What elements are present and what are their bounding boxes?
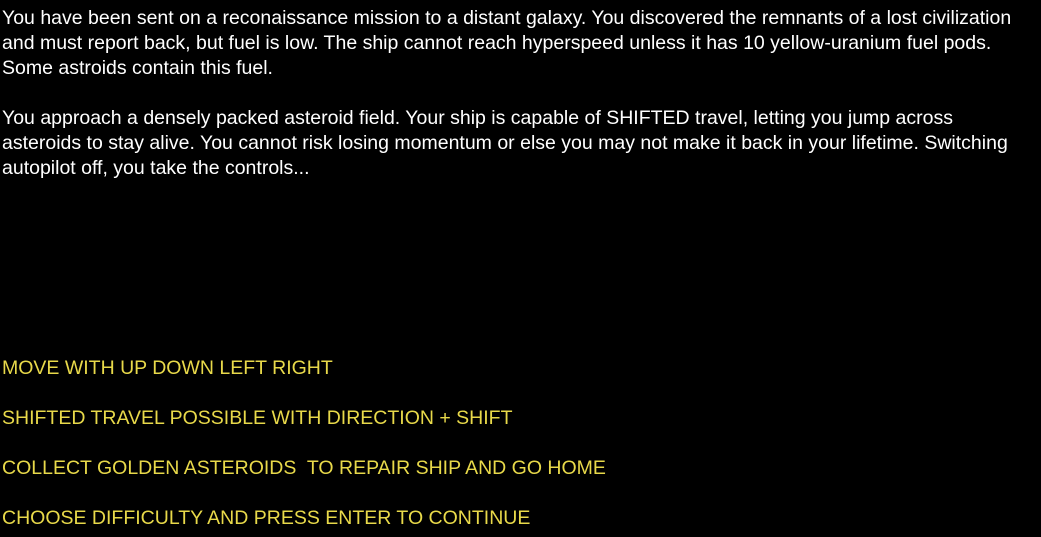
story-text: You have been sent on a reconaissance mi… [2,6,1032,206]
instruction-movement: MOVE WITH UP DOWN LEFT RIGHT [2,357,333,379]
instruction-collect: COLLECT GOLDEN ASTEROIDS TO REPAIR SHIP … [2,457,606,479]
instructions: MOVE WITH UP DOWN LEFT RIGHT SHIFTED TRA… [2,356,1032,537]
instruction-continue: CHOOSE DIFFICULTY AND PRESS ENTER TO CON… [2,507,531,529]
story-paragraph-mission: You have been sent on a reconaissance mi… [2,7,1012,79]
game-screen[interactable]: { "story": { "paragraphs": [ "You have b… [0,0,1041,537]
story-paragraph-asteroid-field: You approach a densely packed asteroid f… [2,107,1008,179]
instruction-shifted-travel: SHIFTED TRAVEL POSSIBLE WITH DIRECTION +… [2,407,513,429]
